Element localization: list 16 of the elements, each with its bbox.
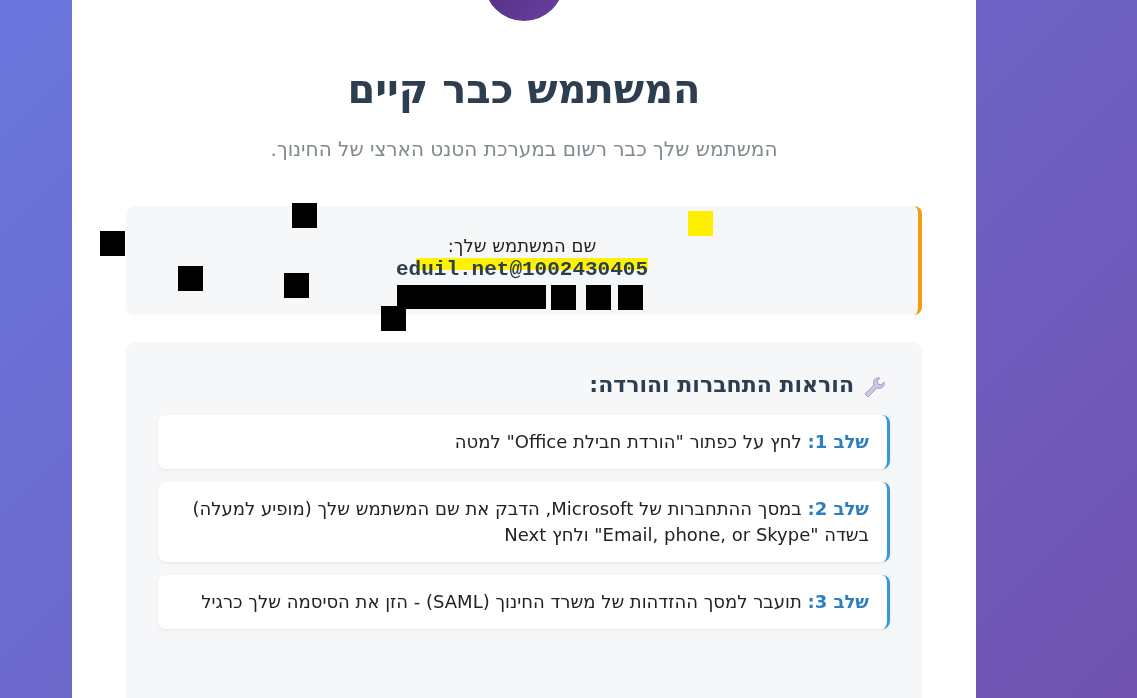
redaction-mark — [178, 266, 203, 291]
redaction-mark — [381, 306, 406, 331]
redaction-mark — [100, 231, 125, 256]
redaction-mark — [292, 203, 317, 228]
redaction-mark — [551, 285, 576, 310]
redaction-mark — [618, 285, 643, 310]
username-label: שם המשתמש שלך: — [446, 234, 598, 258]
highlight-mark — [688, 211, 713, 236]
step-instruction: שלב 1: לחץ על כפתור "הורדת חבילת Office" למטה — [158, 415, 890, 469]
step-instruction: שלב 3: תועבר למסך ההזדהות של משרד החינוך (SAML) - הזן את הסיסמה שלך כרגיל — [158, 575, 890, 629]
instructions-title: הוראות התחברות והורדה: — [589, 372, 854, 397]
page-subtitle: המשתמש שלך כבר רשום במערכת הטנט הארצי של החינוך. — [269, 136, 779, 162]
page-title: המשתמש כבר קיים — [346, 65, 702, 115]
step-instruction: שלב 2: במסך ההתחברות של Microsoft, הדבק את שם המשתמש שלך (מופיע למעלה) בשדה "Email, phone, or Skype" ולחץ Next — [158, 482, 890, 562]
redaction-mark — [586, 285, 611, 310]
redaction-mark — [284, 273, 309, 298]
